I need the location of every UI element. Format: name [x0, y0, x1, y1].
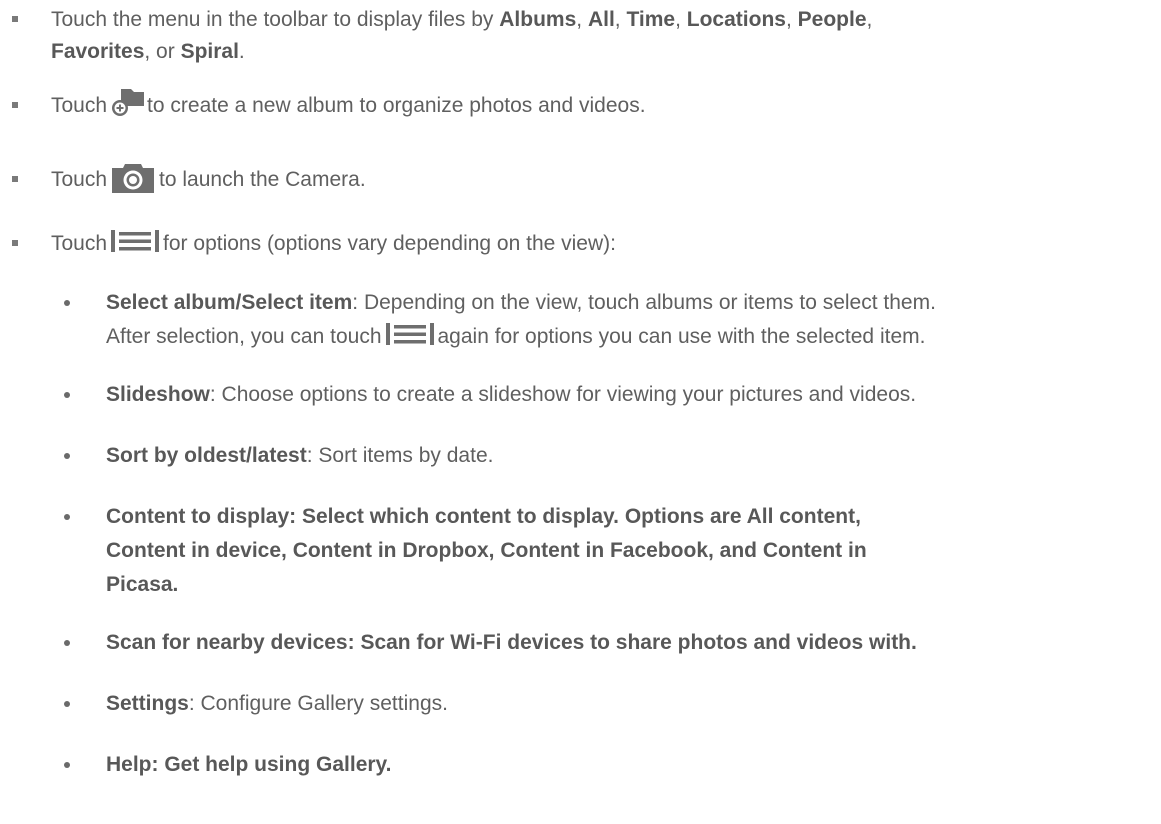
bullet-square	[12, 16, 18, 22]
item-text: Touch	[51, 232, 108, 255]
item-text: : Sort items by date.	[306, 444, 494, 467]
item-text: again for options you can use with the s…	[437, 325, 926, 348]
item-text: Touch	[51, 168, 108, 191]
bullet-dot	[64, 392, 70, 398]
bullet-dot	[64, 762, 70, 768]
separator: ,	[785, 8, 798, 31]
list-item-camera: Touch to launch the Camera.	[51, 164, 366, 196]
item-text: for options (options vary depending on t…	[163, 232, 616, 255]
term-people: People	[797, 8, 867, 31]
sub-item-slideshow: Slideshow: Choose options to create a sl…	[106, 379, 916, 411]
bullet-dot	[64, 514, 70, 520]
item-text: Touch	[51, 94, 108, 117]
bullet-dot	[64, 701, 70, 707]
item-text: Touch the menu in the toolbar to display…	[51, 8, 500, 31]
bullet-square	[12, 102, 18, 108]
separator: ,	[614, 8, 627, 31]
item-text: After selection, you can touch	[106, 325, 382, 348]
bullet-dot	[64, 300, 70, 306]
bullet-square	[12, 240, 18, 246]
term-locations: Locations	[686, 8, 786, 31]
sub-item-settings: Settings: Configure Gallery settings.	[106, 688, 448, 720]
sub-item-sort: Sort by oldest/latest: Sort items by dat…	[106, 440, 493, 472]
bullet-dot	[64, 453, 70, 459]
menu-icon	[111, 230, 160, 253]
item-text: to launch the Camera.	[159, 168, 366, 191]
camera-icon	[111, 160, 155, 194]
content-line: Picasa.	[106, 573, 179, 596]
list-item-options: Touch for options (options vary dependin…	[51, 228, 616, 260]
item-text: : Choose options to create a slideshow f…	[209, 383, 917, 406]
separator: ,	[576, 8, 588, 31]
new-album-icon	[111, 86, 145, 120]
sub-item-content-line2: Content in device, Content in Dropbox, C…	[106, 535, 867, 567]
document-page: Touch the menu in the toolbar to display…	[0, 0, 1161, 824]
separator: ,	[675, 8, 687, 31]
term-settings: Settings	[106, 692, 189, 715]
separator: .	[238, 40, 245, 63]
sub-item-scan: Scan for nearby devices: Scan for Wi-Fi …	[106, 627, 917, 659]
scan-text: Scan for nearby devices: Scan for Wi-Fi …	[106, 631, 917, 654]
separator: , or	[144, 40, 181, 63]
list-item-new-album: Touch to create a new album to organize …	[51, 89, 646, 122]
content-line: Content to display: Select which content…	[106, 505, 861, 528]
list-item-view-menu-line2: Favorites, or Spiral.	[51, 36, 245, 68]
menu-icon	[385, 323, 434, 346]
term-select: Select album/Select item	[106, 291, 353, 314]
item-text: : Configure Gallery settings.	[188, 692, 448, 715]
sub-item-select: Select album/Select item: Depending on t…	[106, 287, 936, 319]
term-albums: Albums	[499, 8, 577, 31]
term-spiral: Spiral	[180, 40, 239, 63]
sub-item-help: Help: Get help using Gallery.	[106, 749, 392, 781]
sub-item-select-line2: After selection, you can touch again for…	[106, 321, 925, 353]
sub-item-content-line3: Picasa.	[106, 569, 178, 601]
bullet-dot	[64, 640, 70, 646]
sub-item-content: Content to display: Select which content…	[106, 501, 861, 533]
item-text: to create a new album to organize photos…	[147, 94, 646, 117]
list-item-view-menu: Touch the menu in the toolbar to display…	[51, 4, 872, 36]
content-line: Content in device, Content in Dropbox, C…	[106, 539, 867, 562]
term-favorites: Favorites	[51, 40, 145, 63]
term-all: All	[587, 8, 615, 31]
term-slideshow: Slideshow	[106, 383, 210, 406]
term-time: Time	[626, 8, 676, 31]
bullet-square	[12, 176, 18, 182]
separator: ,	[866, 8, 873, 31]
term-sort: Sort by oldest/latest	[106, 444, 307, 467]
item-text: : Depending on the view, touch albums or…	[352, 291, 936, 314]
help-text: Help: Get help using Gallery.	[106, 753, 392, 776]
